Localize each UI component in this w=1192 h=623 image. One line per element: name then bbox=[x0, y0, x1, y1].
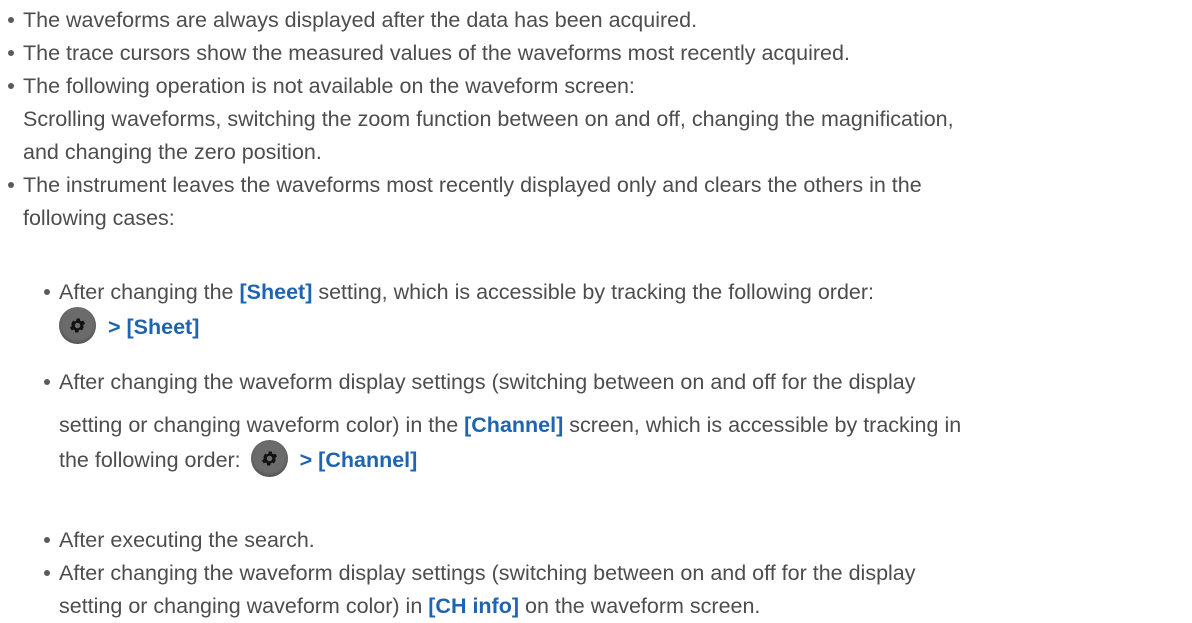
case-text: screen, which is accessible by tracking … bbox=[563, 413, 962, 437]
bullet-marker bbox=[44, 537, 50, 543]
sheet-keyword: [Sheet] bbox=[239, 280, 313, 304]
bullet-marker bbox=[44, 289, 50, 295]
case-item-1: After changing the [Sheet] setting, whic… bbox=[59, 276, 874, 344]
settings-button bbox=[59, 306, 96, 344]
bullet-marker bbox=[8, 17, 14, 23]
note-text: The trace cursors show the measured valu… bbox=[23, 41, 850, 65]
case-item-2: After changing the waveform display sett… bbox=[59, 366, 961, 477]
channel-path: > [Channel] bbox=[299, 448, 418, 472]
case-text: setting or changing waveform color) in bbox=[59, 594, 429, 618]
gear-icon bbox=[69, 318, 86, 333]
note-text: The instrument leaves the waveforms most… bbox=[23, 173, 922, 197]
case-item-3: After executing the search. bbox=[59, 524, 315, 557]
note-text: and changing the zero position. bbox=[23, 140, 322, 164]
gear-icon bbox=[261, 451, 277, 466]
case-text: After executing the search. bbox=[59, 528, 315, 552]
case-text: After changing the waveform display sett… bbox=[59, 370, 916, 394]
case-text: After changing the bbox=[59, 280, 240, 304]
note-text: Scrolling waveforms, switching the zoom … bbox=[23, 107, 954, 131]
case-text: setting or changing waveform color) in t… bbox=[59, 413, 465, 437]
channel-keyword: [Channel] bbox=[464, 413, 564, 437]
note-text: The following operation is not available… bbox=[23, 74, 635, 98]
note-item-2: The trace cursors show the measured valu… bbox=[23, 37, 850, 70]
ch-info-keyword: [CH info] bbox=[428, 594, 520, 618]
bullet-marker bbox=[8, 50, 14, 56]
bullet-marker bbox=[8, 182, 14, 188]
document-page: The waveforms are always displayed after… bbox=[0, 0, 1192, 620]
bullet-marker bbox=[8, 83, 14, 89]
case-text: setting, which is accessible by tracking… bbox=[312, 280, 875, 304]
sheet-path: > [Sheet] bbox=[107, 315, 200, 339]
note-text: following cases: bbox=[23, 206, 175, 230]
bullet-marker bbox=[44, 570, 50, 576]
settings-button bbox=[250, 439, 288, 477]
case-text: on the waveform screen. bbox=[519, 594, 761, 618]
bullet-marker bbox=[44, 379, 50, 385]
case-text: the following order: bbox=[59, 448, 241, 472]
note-text: The waveforms are always displayed after… bbox=[23, 8, 698, 32]
note-item-1: The waveforms are always displayed after… bbox=[23, 4, 697, 37]
note-item-4: The instrument leaves the waveforms most… bbox=[23, 169, 922, 235]
case-item-4: After changing the waveform display sett… bbox=[59, 557, 916, 623]
note-item-3: The following operation is not available… bbox=[23, 70, 954, 169]
case-text: After changing the waveform display sett… bbox=[59, 561, 916, 585]
